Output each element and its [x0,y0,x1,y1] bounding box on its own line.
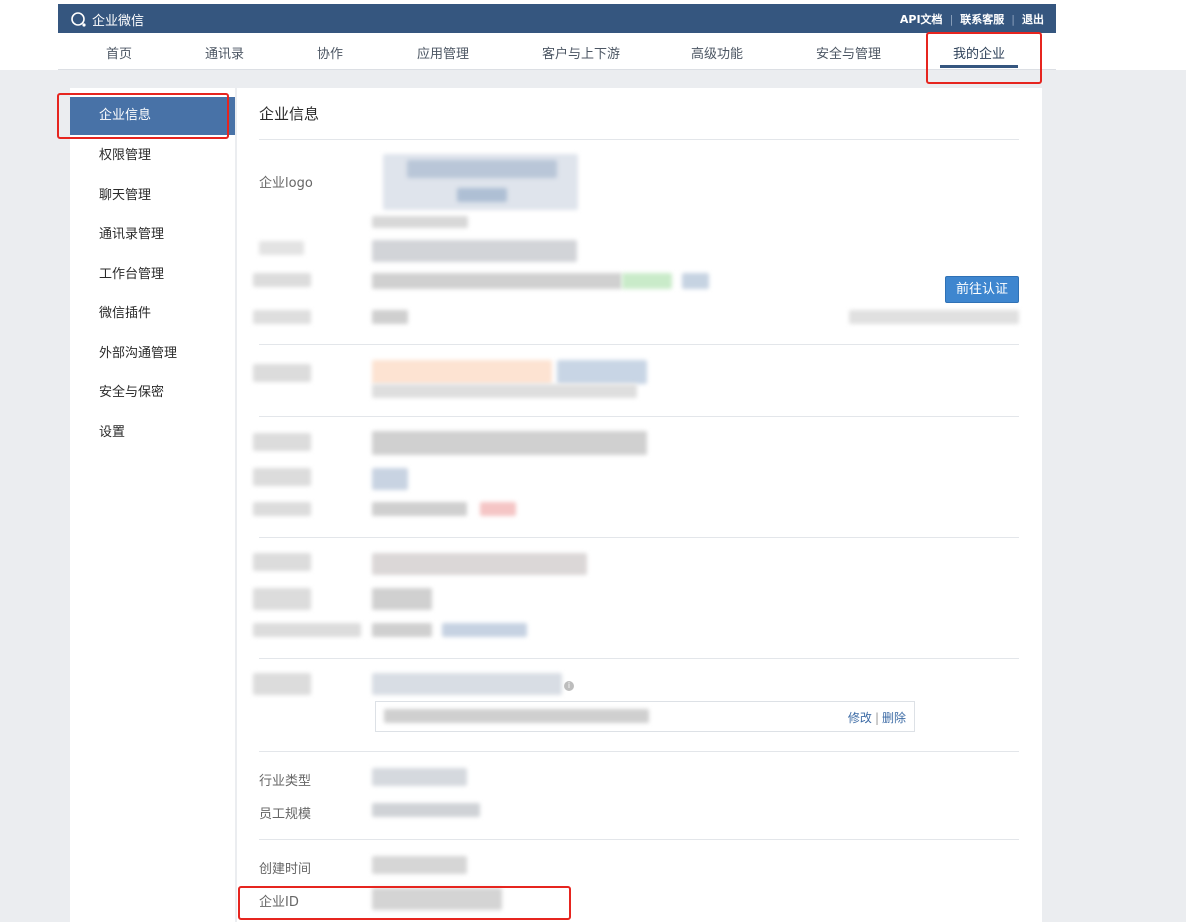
redacted-label [253,433,311,451]
link-separator: | [1011,12,1015,26]
redacted-label [253,468,311,486]
sidebar-item-contacts-mgmt[interactable]: 通讯录管理 [70,216,235,254]
corp-id-value [372,888,502,910]
redacted-value [372,502,467,516]
verify-button[interactable]: 前往认证 [945,276,1019,303]
info-icon[interactable]: i [564,681,574,691]
redacted-value [372,673,562,695]
redacted-value [442,623,527,637]
redacted-value [372,553,587,575]
logo-blur [457,188,507,202]
redacted-value [372,431,647,455]
delete-link[interactable]: 删除 [882,711,906,725]
nav-advanced[interactable]: 高级功能 [691,43,743,62]
nav-collaboration[interactable]: 协作 [317,43,343,62]
top-bar: 企业微信 API文档 | 联系客服 | 退出 [58,4,1056,33]
redacted-label [253,502,311,516]
nav-app-management[interactable]: 应用管理 [417,43,469,62]
divider [259,416,1019,417]
sidebar-item-security-privacy[interactable]: 安全与保密 [70,374,235,412]
industry-value [372,768,467,786]
verified-badge [622,273,672,289]
logo-label: 企业logo [259,176,313,191]
brand-name: 企业微信 [92,14,145,29]
redacted-value [372,623,432,637]
redacted-label [253,623,361,637]
nav-customers[interactable]: 客户与上下游 [542,43,620,62]
redacted-label [253,553,311,571]
redacted-label [253,673,311,695]
redacted-value [372,360,552,384]
redacted-value [372,468,408,490]
sidebar-item-workbench[interactable]: 工作台管理 [70,256,235,294]
redacted-value [372,240,577,262]
sidebar-item-external-comms[interactable]: 外部沟通管理 [70,335,235,373]
redacted-value [384,709,649,723]
active-tab-indicator [940,65,1018,68]
redacted-value [372,310,408,324]
sidebar-item-wechat-plugin[interactable]: 微信插件 [70,295,235,333]
divider [259,751,1019,752]
redacted-label [253,364,311,382]
link-separator: | [949,12,954,26]
main-content: 企业信息 企业logo 前往认证 i 修改 | 删除 行业类型 员工规模 创建时… [237,88,1042,922]
divider [259,658,1019,659]
redacted-text [849,310,1019,324]
redacted-text [372,384,637,398]
logout-link[interactable]: 退出 [1022,11,1044,27]
logo-blur [407,160,557,178]
redacted-value [480,502,516,516]
redacted-text [372,216,468,228]
sidebar-item-permissions[interactable]: 权限管理 [70,137,235,175]
address-field[interactable]: 修改 | 删除 [375,701,915,732]
contact-support-link[interactable]: 联系客服 [960,11,1004,27]
divider [259,139,1019,140]
edit-links: 修改 | 删除 [848,709,906,726]
redacted-label [253,588,311,610]
redacted-value [557,360,647,384]
staff-size-label: 员工规模 [259,807,312,822]
link-separator: | [874,711,879,725]
created-label: 创建时间 [259,862,312,877]
redacted-value [372,273,622,289]
nav-security[interactable]: 安全与管理 [816,43,881,62]
staff-size-value [372,803,480,817]
divider [259,537,1019,538]
corp-id-label: 企业ID [259,895,299,910]
sidebar-item-chat[interactable]: 聊天管理 [70,177,235,215]
wecom-logo-icon [70,11,88,28]
divider [259,344,1019,345]
edit-link[interactable]: 修改 [848,711,872,725]
redacted-label [259,241,304,255]
divider [259,839,1019,840]
main-nav: 首页 通讯录 协作 应用管理 客户与上下游 高级功能 安全与管理 我的企业 [58,33,1056,70]
redacted-value [682,273,709,289]
sidebar: 企业信息 权限管理 聊天管理 通讯录管理 工作台管理 微信插件 外部沟通管理 安… [70,88,235,922]
brand[interactable]: 企业微信 [70,10,144,29]
sidebar-item-company-info[interactable]: 企业信息 [70,97,235,135]
redacted-label [253,310,311,324]
api-docs-link[interactable]: API文档 [900,11,943,27]
nav-home[interactable]: 首页 [106,43,132,62]
top-links: API文档 | 联系客服 | 退出 [900,11,1044,27]
nav-my-company[interactable]: 我的企业 [953,43,1005,62]
page-title: 企业信息 [259,105,320,123]
industry-label: 行业类型 [259,774,312,789]
created-value [372,856,467,874]
redacted-label [253,273,311,287]
nav-contacts[interactable]: 通讯录 [205,43,244,62]
sidebar-item-settings[interactable]: 设置 [70,414,235,452]
redacted-value [372,588,432,610]
